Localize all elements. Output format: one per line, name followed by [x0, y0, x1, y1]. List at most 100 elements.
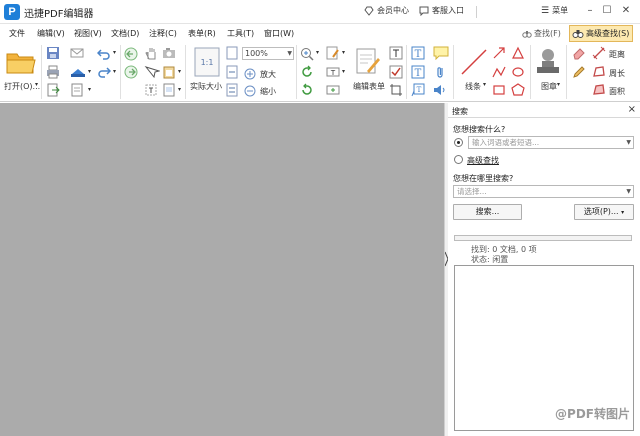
vip-center-button[interactable]: 会员中心	[364, 5, 409, 16]
find-button[interactable]: 查找(F)	[522, 26, 561, 41]
edit-content-icon[interactable]	[326, 46, 340, 60]
edit-form-icon[interactable]	[355, 47, 381, 77]
search-location-select[interactable]: 请选择... ▼	[453, 185, 634, 198]
save-icon[interactable]	[46, 46, 60, 60]
select-text-icon[interactable]	[144, 83, 158, 97]
panel-close-icon[interactable]: ×	[628, 104, 636, 115]
snapshot-icon[interactable]	[144, 65, 160, 79]
undo-icon[interactable]	[97, 47, 111, 61]
rotate-right-icon[interactable]	[300, 83, 314, 97]
text-field-icon[interactable]: T	[326, 65, 340, 79]
actual-size-label[interactable]: 实际大小	[190, 81, 222, 92]
menu-form[interactable]: 表单(R)	[188, 28, 216, 39]
print-icon[interactable]	[46, 65, 60, 79]
sound-icon[interactable]	[433, 83, 447, 97]
attachment-icon[interactable]	[433, 65, 447, 79]
search-query-input[interactable]: 输入词语或者短语... ▼	[468, 136, 634, 149]
location-dropdown-icon[interactable]: ▼	[626, 186, 631, 197]
next-page-icon[interactable]	[124, 65, 138, 79]
actual-size-icon[interactable]: 1:1	[194, 47, 220, 77]
search-button[interactable]: 搜索...	[453, 204, 522, 220]
page-view-dropdown-icon[interactable]: ▾	[178, 86, 181, 93]
zoom-tool-dropdown-icon[interactable]: ▾	[316, 49, 319, 56]
fit-visible-icon[interactable]	[226, 83, 238, 97]
menu-file[interactable]: 文件	[9, 28, 25, 39]
clipboard-dropdown-icon[interactable]: ▾	[178, 68, 181, 75]
ellipse-icon[interactable]	[511, 65, 525, 79]
previous-page-icon[interactable]	[124, 47, 138, 61]
menu-document[interactable]: 文档(D)	[111, 28, 139, 39]
line-label[interactable]: 线条	[465, 81, 481, 92]
rotate-left-icon[interactable]	[300, 65, 314, 79]
clipboard-icon[interactable]	[162, 65, 176, 79]
polygon-icon[interactable]	[511, 83, 525, 97]
text-field-dropdown-icon[interactable]: ▾	[342, 68, 345, 75]
zoom-out-icon[interactable]	[244, 85, 256, 97]
page-view-icon[interactable]	[162, 83, 176, 97]
undo-dropdown-icon[interactable]: ▾	[113, 49, 116, 56]
menu-button[interactable]: ☰ 菜单	[541, 5, 568, 16]
stamp-label[interactable]: 图章	[541, 81, 557, 92]
area-label[interactable]: 面积	[609, 86, 625, 97]
advanced-search-radio[interactable]	[454, 155, 463, 164]
basic-search-radio[interactable]	[454, 138, 463, 147]
query-dropdown-icon[interactable]: ▼	[626, 137, 631, 148]
pencil-icon[interactable]	[572, 65, 586, 79]
edit-form-label[interactable]: 编辑表单	[353, 81, 385, 92]
minimize-button[interactable]: –	[584, 4, 596, 18]
zoom-in-label[interactable]: 放大	[260, 69, 276, 80]
distance-icon[interactable]	[592, 46, 606, 60]
line-dropdown-icon[interactable]: ▾	[483, 81, 486, 88]
distance-label[interactable]: 距离	[609, 49, 625, 60]
edit-content-dropdown-icon[interactable]: ▾	[342, 49, 345, 56]
document-properties-icon[interactable]	[70, 83, 84, 97]
folder-open-icon[interactable]	[5, 46, 37, 78]
polyline-icon[interactable]	[492, 65, 506, 79]
textbox-icon[interactable]: T	[411, 65, 425, 79]
triangle-icon[interactable]	[511, 46, 525, 60]
stamp-dropdown-icon[interactable]: ▾	[557, 81, 560, 88]
add-field-icon[interactable]	[326, 83, 340, 97]
menu-view[interactable]: 视图(V)	[74, 28, 102, 39]
line-icon[interactable]	[459, 47, 489, 77]
menu-comment[interactable]: 注释(C)	[149, 28, 177, 39]
camera-icon[interactable]	[162, 46, 176, 60]
zoom-in-icon[interactable]	[244, 68, 256, 80]
menu-edit[interactable]: 编辑(V)	[37, 28, 65, 39]
document-viewport[interactable]	[0, 103, 444, 436]
perimeter-label[interactable]: 周长	[609, 68, 625, 79]
open-dropdown-icon[interactable]: ▾	[35, 81, 38, 88]
menu-tools[interactable]: 工具(T)	[227, 28, 254, 39]
crop-icon[interactable]	[389, 83, 403, 97]
redo-dropdown-icon[interactable]: ▾	[113, 68, 116, 75]
advanced-find-button[interactable]: 高级查找(S)	[569, 25, 633, 42]
eraser-icon[interactable]	[572, 46, 586, 60]
email-icon[interactable]	[70, 46, 84, 60]
zoom-level-select[interactable]: 100% ▼	[242, 47, 294, 60]
doc-dropdown-icon[interactable]: ▾	[88, 86, 91, 93]
menu-window[interactable]: 窗口(W)	[264, 28, 294, 39]
perimeter-icon[interactable]	[592, 65, 606, 79]
scan-dropdown-icon[interactable]: ▾	[88, 68, 91, 75]
fit-width-icon[interactable]	[226, 65, 238, 79]
scan-icon[interactable]	[70, 65, 86, 79]
stamp-icon[interactable]	[534, 47, 562, 77]
zoom-out-label[interactable]: 缩小	[260, 86, 276, 97]
hand-tool-icon[interactable]	[144, 46, 158, 60]
form-field-icon[interactable]	[389, 46, 403, 60]
redo-icon[interactable]	[97, 65, 111, 79]
options-button[interactable]: 选项(P)... ▾	[574, 204, 634, 220]
typewriter-icon[interactable]: T	[411, 46, 425, 60]
callout-icon[interactable]: T	[411, 83, 425, 97]
area-icon[interactable]	[592, 83, 606, 97]
arrow-icon[interactable]	[492, 46, 506, 60]
customer-service-button[interactable]: 客服入口	[419, 5, 464, 16]
note-icon[interactable]	[433, 46, 449, 60]
check-box-field-icon[interactable]	[389, 65, 403, 79]
rectangle-icon[interactable]	[492, 83, 506, 97]
maximize-button[interactable]: ☐	[601, 4, 613, 18]
export-icon[interactable]	[46, 83, 60, 97]
zoom-tool-icon[interactable]	[300, 47, 314, 61]
advanced-find-link[interactable]: 高级查找	[467, 155, 499, 166]
fit-page-icon[interactable]	[226, 46, 238, 60]
